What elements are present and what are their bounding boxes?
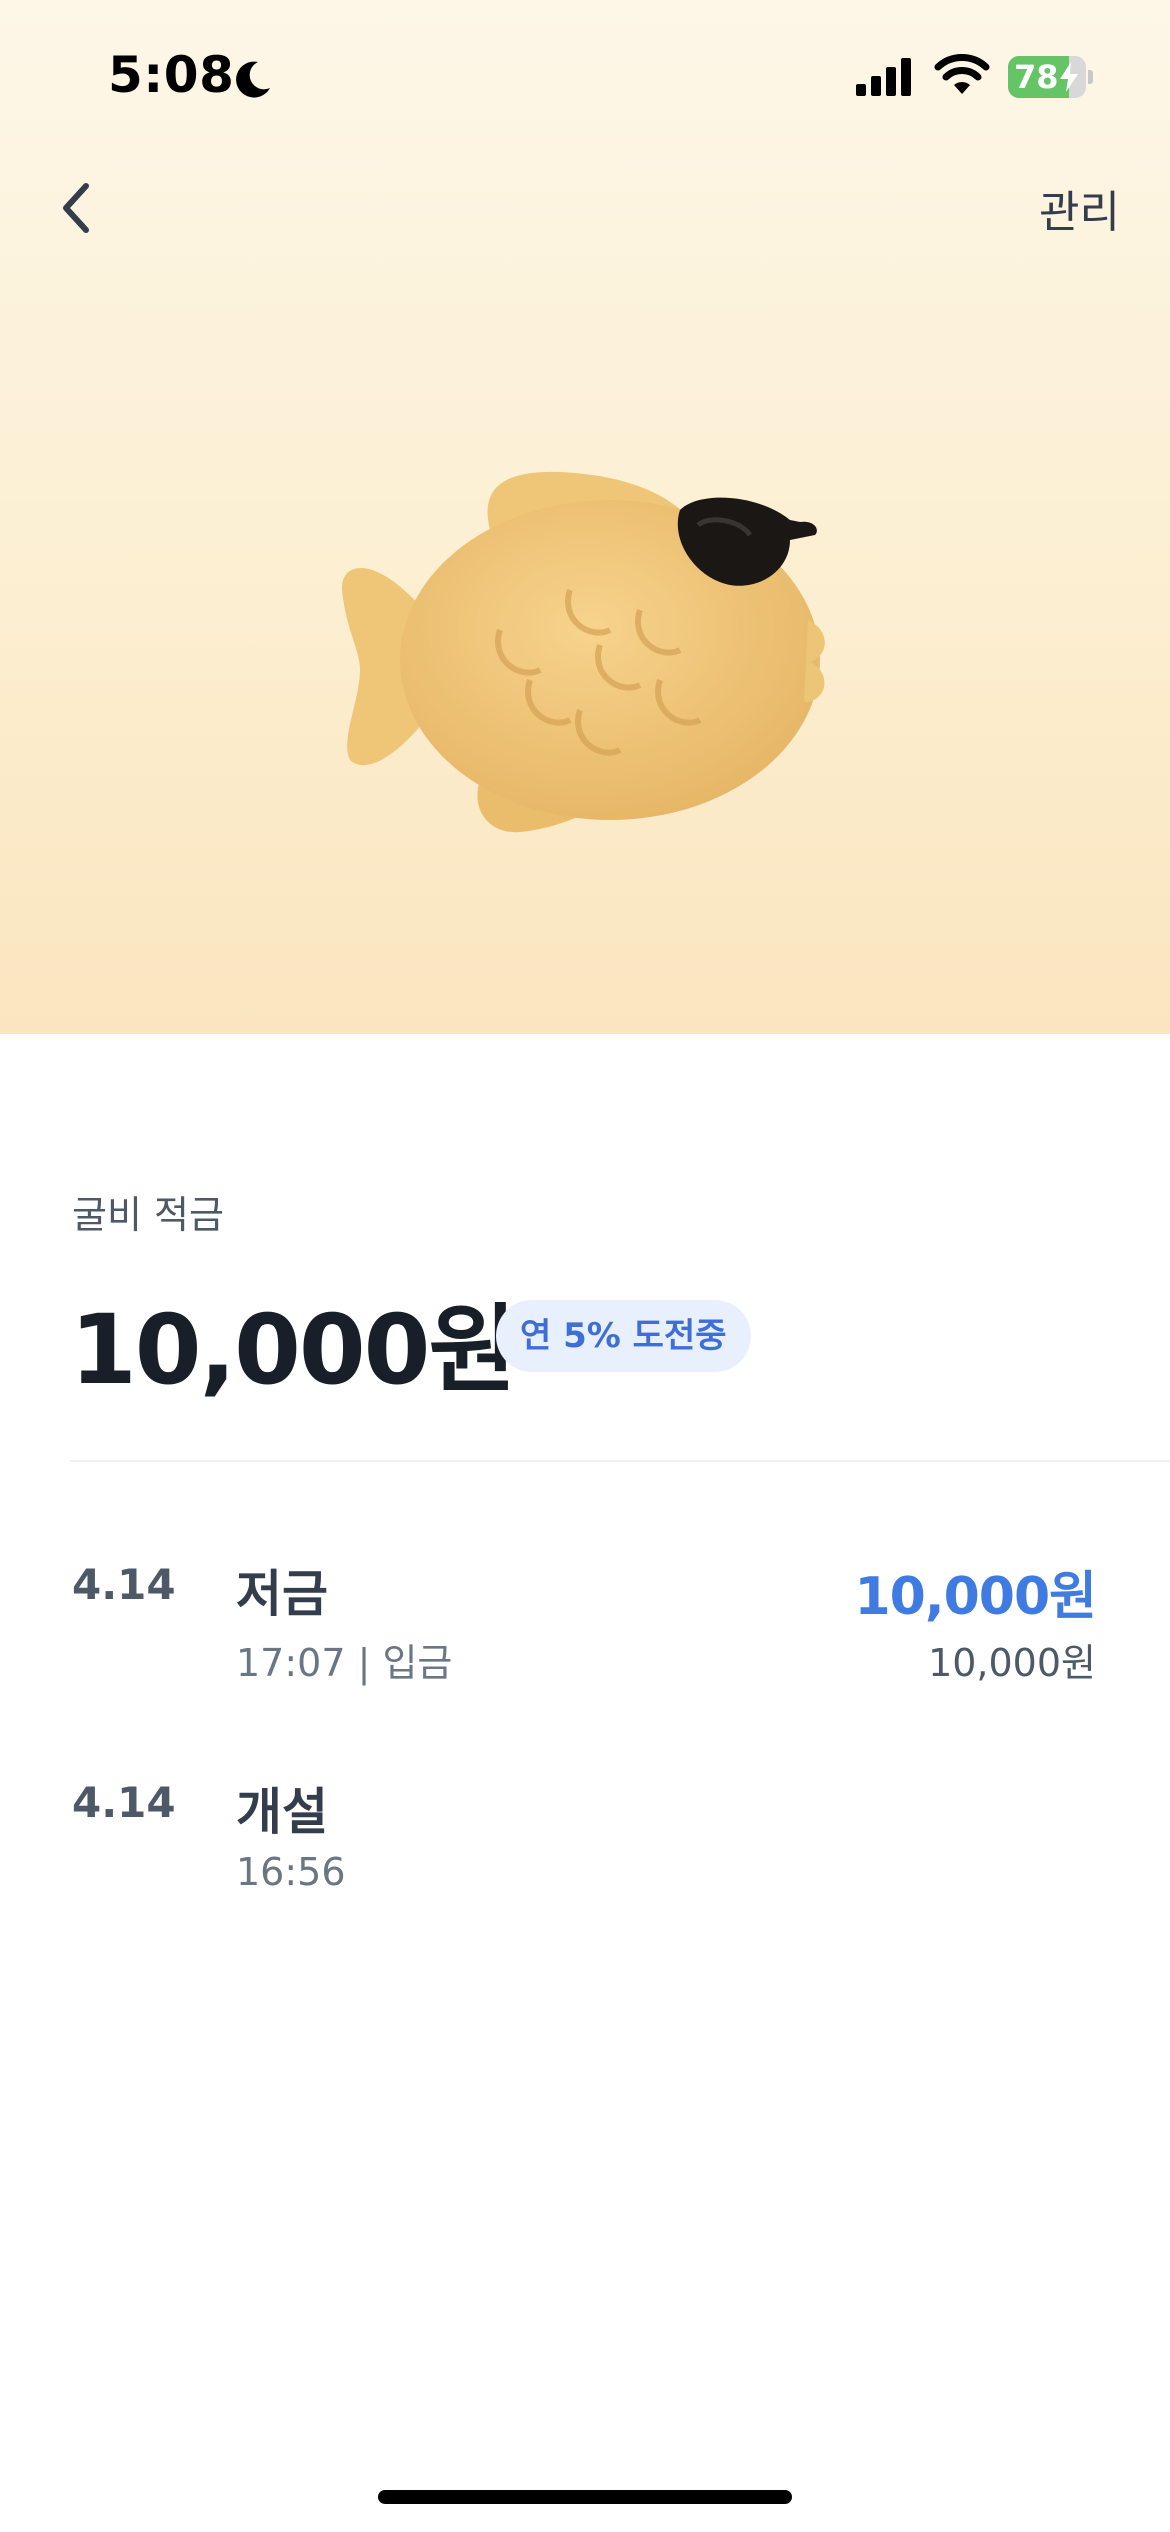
interest-rate-badge[interactable]: 연 5% 도전중 — [496, 1300, 751, 1372]
account-name: 굴비 적금 — [72, 1193, 224, 1237]
transaction-detail: 17:07 | 입금 — [236, 1641, 453, 1685]
status-bar: 5:08 78 — [0, 0, 1170, 150]
divider — [70, 1460, 1170, 1462]
battery-level: 78 — [1014, 58, 1059, 96]
home-indicator — [378, 2490, 792, 2504]
account-balance: 10,000원 — [70, 1294, 517, 1406]
chevron-left-icon — [63, 183, 89, 233]
transaction-title: 저금 — [236, 1565, 328, 1623]
transaction-detail: 16:56 — [236, 1850, 346, 1894]
transaction-date: 4.14 — [72, 1778, 176, 1827]
manage-button[interactable]: 관리 — [1039, 176, 1120, 240]
back-button[interactable] — [44, 172, 116, 244]
battery-body: 78 — [1008, 56, 1086, 98]
status-time: 5:08 — [108, 46, 235, 104]
transaction-row[interactable]: 4.14 개설 16:56 — [0, 1778, 1170, 1928]
top-nav: 관리 — [0, 150, 1170, 260]
transaction-balance-after: 10,000원 — [928, 1641, 1096, 1685]
hero-banner: 5:08 78 관리 — [0, 0, 1170, 1034]
fish-mascot-illustration — [341, 471, 825, 833]
transaction-title: 개설 — [236, 1783, 328, 1841]
battery-cap — [1088, 70, 1093, 84]
battery-indicator: 78 — [1008, 56, 1093, 98]
savings-detail-screen: 5:08 78 관리 굴비 적금 10,000원 연 5% 도전중 4.14 저… — [0, 0, 1170, 2532]
transaction-amount: 10,000원 — [854, 1567, 1097, 1627]
battery-charging-icon — [1060, 62, 1078, 92]
cellular-signal-icon — [856, 58, 911, 96]
transaction-row[interactable]: 4.14 저금 17:07 | 입금 10,000원 10,000원 — [0, 1560, 1170, 1710]
moon-icon — [236, 61, 270, 98]
transaction-date: 4.14 — [72, 1560, 176, 1609]
wifi-icon — [934, 54, 990, 94]
